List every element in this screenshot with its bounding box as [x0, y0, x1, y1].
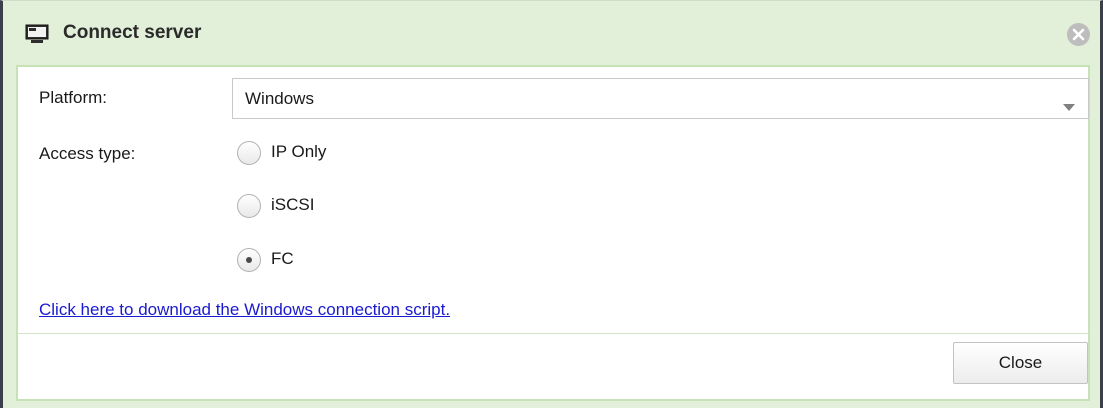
- platform-select[interactable]: Windows: [232, 78, 1089, 119]
- radio-iscsi[interactable]: [237, 194, 261, 218]
- dialog-titlebar[interactable]: Connect server: [3, 1, 1100, 65]
- platform-select-value: Windows: [245, 89, 314, 108]
- close-icon[interactable]: [1067, 23, 1090, 46]
- access-type-label: Access type:: [39, 144, 136, 163]
- radio-label-iscsi[interactable]: iSCSI: [271, 195, 314, 215]
- dialog-footer: Close: [16, 333, 1090, 401]
- connect-server-dialog: Connect server Platform: Windows Access …: [0, 0, 1103, 408]
- radio-label-ip-only[interactable]: IP Only: [271, 142, 326, 162]
- connection-form: Platform: Windows Access type: IP Only i…: [16, 65, 1090, 333]
- radio-fc[interactable]: [237, 248, 261, 272]
- radio-label-fc[interactable]: FC: [271, 249, 294, 269]
- dialog-title: Connect server: [63, 22, 202, 43]
- download-script-link[interactable]: Click here to download the Windows conne…: [39, 300, 450, 320]
- platform-label: Platform:: [39, 88, 108, 107]
- chevron-down-icon[interactable]: [1063, 96, 1075, 116]
- close-button[interactable]: Close: [953, 342, 1088, 384]
- server-monitor-icon: [25, 24, 49, 44]
- radio-selected-dot: [246, 257, 252, 263]
- radio-ip-only[interactable]: [237, 141, 261, 165]
